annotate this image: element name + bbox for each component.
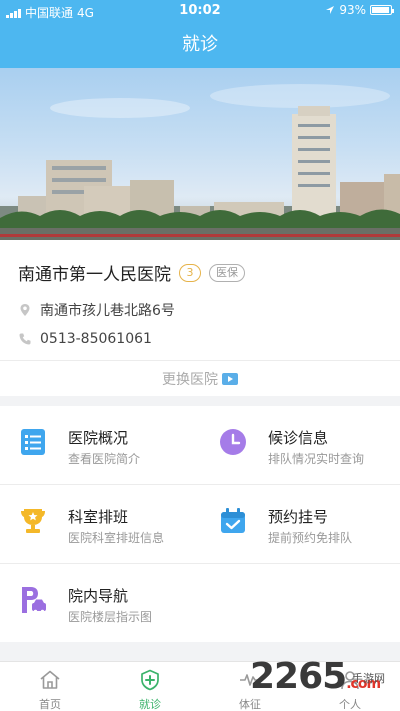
hospital-phone: 0513-85061061 xyxy=(40,331,152,347)
service-indoor-navigation[interactable]: 院内导航 医院楼层指示图 xyxy=(0,564,200,642)
trophy-icon xyxy=(21,509,45,533)
service-title: 院内导航 xyxy=(68,587,129,605)
hospital-banner-image xyxy=(0,68,400,240)
phone-icon xyxy=(19,333,31,345)
switch-hospital-button[interactable]: 更换医院 xyxy=(0,361,400,396)
hospital-name-row: 南通市第一人民医院 3 医保 xyxy=(18,260,245,285)
service-title: 候诊信息 xyxy=(268,429,329,447)
parking-navigation-icon xyxy=(22,587,46,614)
service-department-schedule[interactable]: 科室排班 医院科室排班信息 xyxy=(0,485,200,563)
service-subtitle: 提前预约免排队 xyxy=(268,531,353,545)
service-grid: 医院概况 查看医院简介 候诊信息 排队情况实时查询 科室排班 医院科室排班信息 … xyxy=(0,406,400,642)
home-icon xyxy=(40,670,60,689)
medical-cross-icon xyxy=(141,669,159,691)
service-subtitle: 医院楼层指示图 xyxy=(68,610,153,624)
location-arrow-icon xyxy=(326,6,335,14)
play-icon xyxy=(222,372,238,385)
watermark-tag: 手游网 xyxy=(352,672,385,685)
service-appointment[interactable]: 预约挂号 提前预约免排队 xyxy=(200,485,400,563)
service-subtitle: 排队情况实时查询 xyxy=(268,452,365,466)
site-watermark: 2265.com 手游网 xyxy=(250,656,400,711)
document-list-icon xyxy=(21,429,45,455)
hospital-level-badge: 3 xyxy=(179,263,201,282)
hospital-name: 南通市第一人民医院 xyxy=(18,265,171,285)
tab-label: 就诊 xyxy=(139,698,161,711)
tab-label: 首页 xyxy=(39,698,61,711)
battery-icon xyxy=(370,5,394,15)
service-title: 预约挂号 xyxy=(268,508,329,526)
clock-icon xyxy=(220,429,246,455)
page-title: 就诊 xyxy=(182,34,218,55)
tab-home[interactable]: 首页 xyxy=(0,662,100,711)
service-title: 医院概况 xyxy=(68,429,129,447)
location-pin-icon xyxy=(20,304,30,316)
service-subtitle: 医院科室排班信息 xyxy=(68,531,165,545)
nav-bar: 就诊 xyxy=(0,22,400,68)
watermark-main: 2265 xyxy=(250,656,347,697)
battery-percent: 93% xyxy=(339,3,366,17)
service-title: 科室排班 xyxy=(68,508,129,526)
insurance-badge: 医保 xyxy=(209,263,245,282)
status-bar: 中国联通 4G 10:02 93% xyxy=(0,0,400,22)
status-right: 93% xyxy=(325,3,394,17)
hospital-info-card: 南通市第一人民医院 3 医保 南通市孩儿巷北路6号 0513-85061061 … xyxy=(0,240,400,396)
hospital-phone-row[interactable]: 0513-85061061 xyxy=(18,331,152,347)
hospital-address-row[interactable]: 南通市孩儿巷北路6号 xyxy=(18,300,175,320)
service-waiting-info[interactable]: 候诊信息 排队情况实时查询 xyxy=(200,406,400,484)
hospital-address: 南通市孩儿巷北路6号 xyxy=(40,303,175,319)
hospital-skyline-illustration xyxy=(0,84,400,240)
tab-visit[interactable]: 就诊 xyxy=(100,662,200,711)
switch-hospital-label: 更换医院 xyxy=(162,371,218,388)
calendar-check-icon xyxy=(221,508,245,533)
service-subtitle: 查看医院简介 xyxy=(68,452,141,466)
service-hospital-overview[interactable]: 医院概况 查看医院简介 xyxy=(0,406,200,484)
